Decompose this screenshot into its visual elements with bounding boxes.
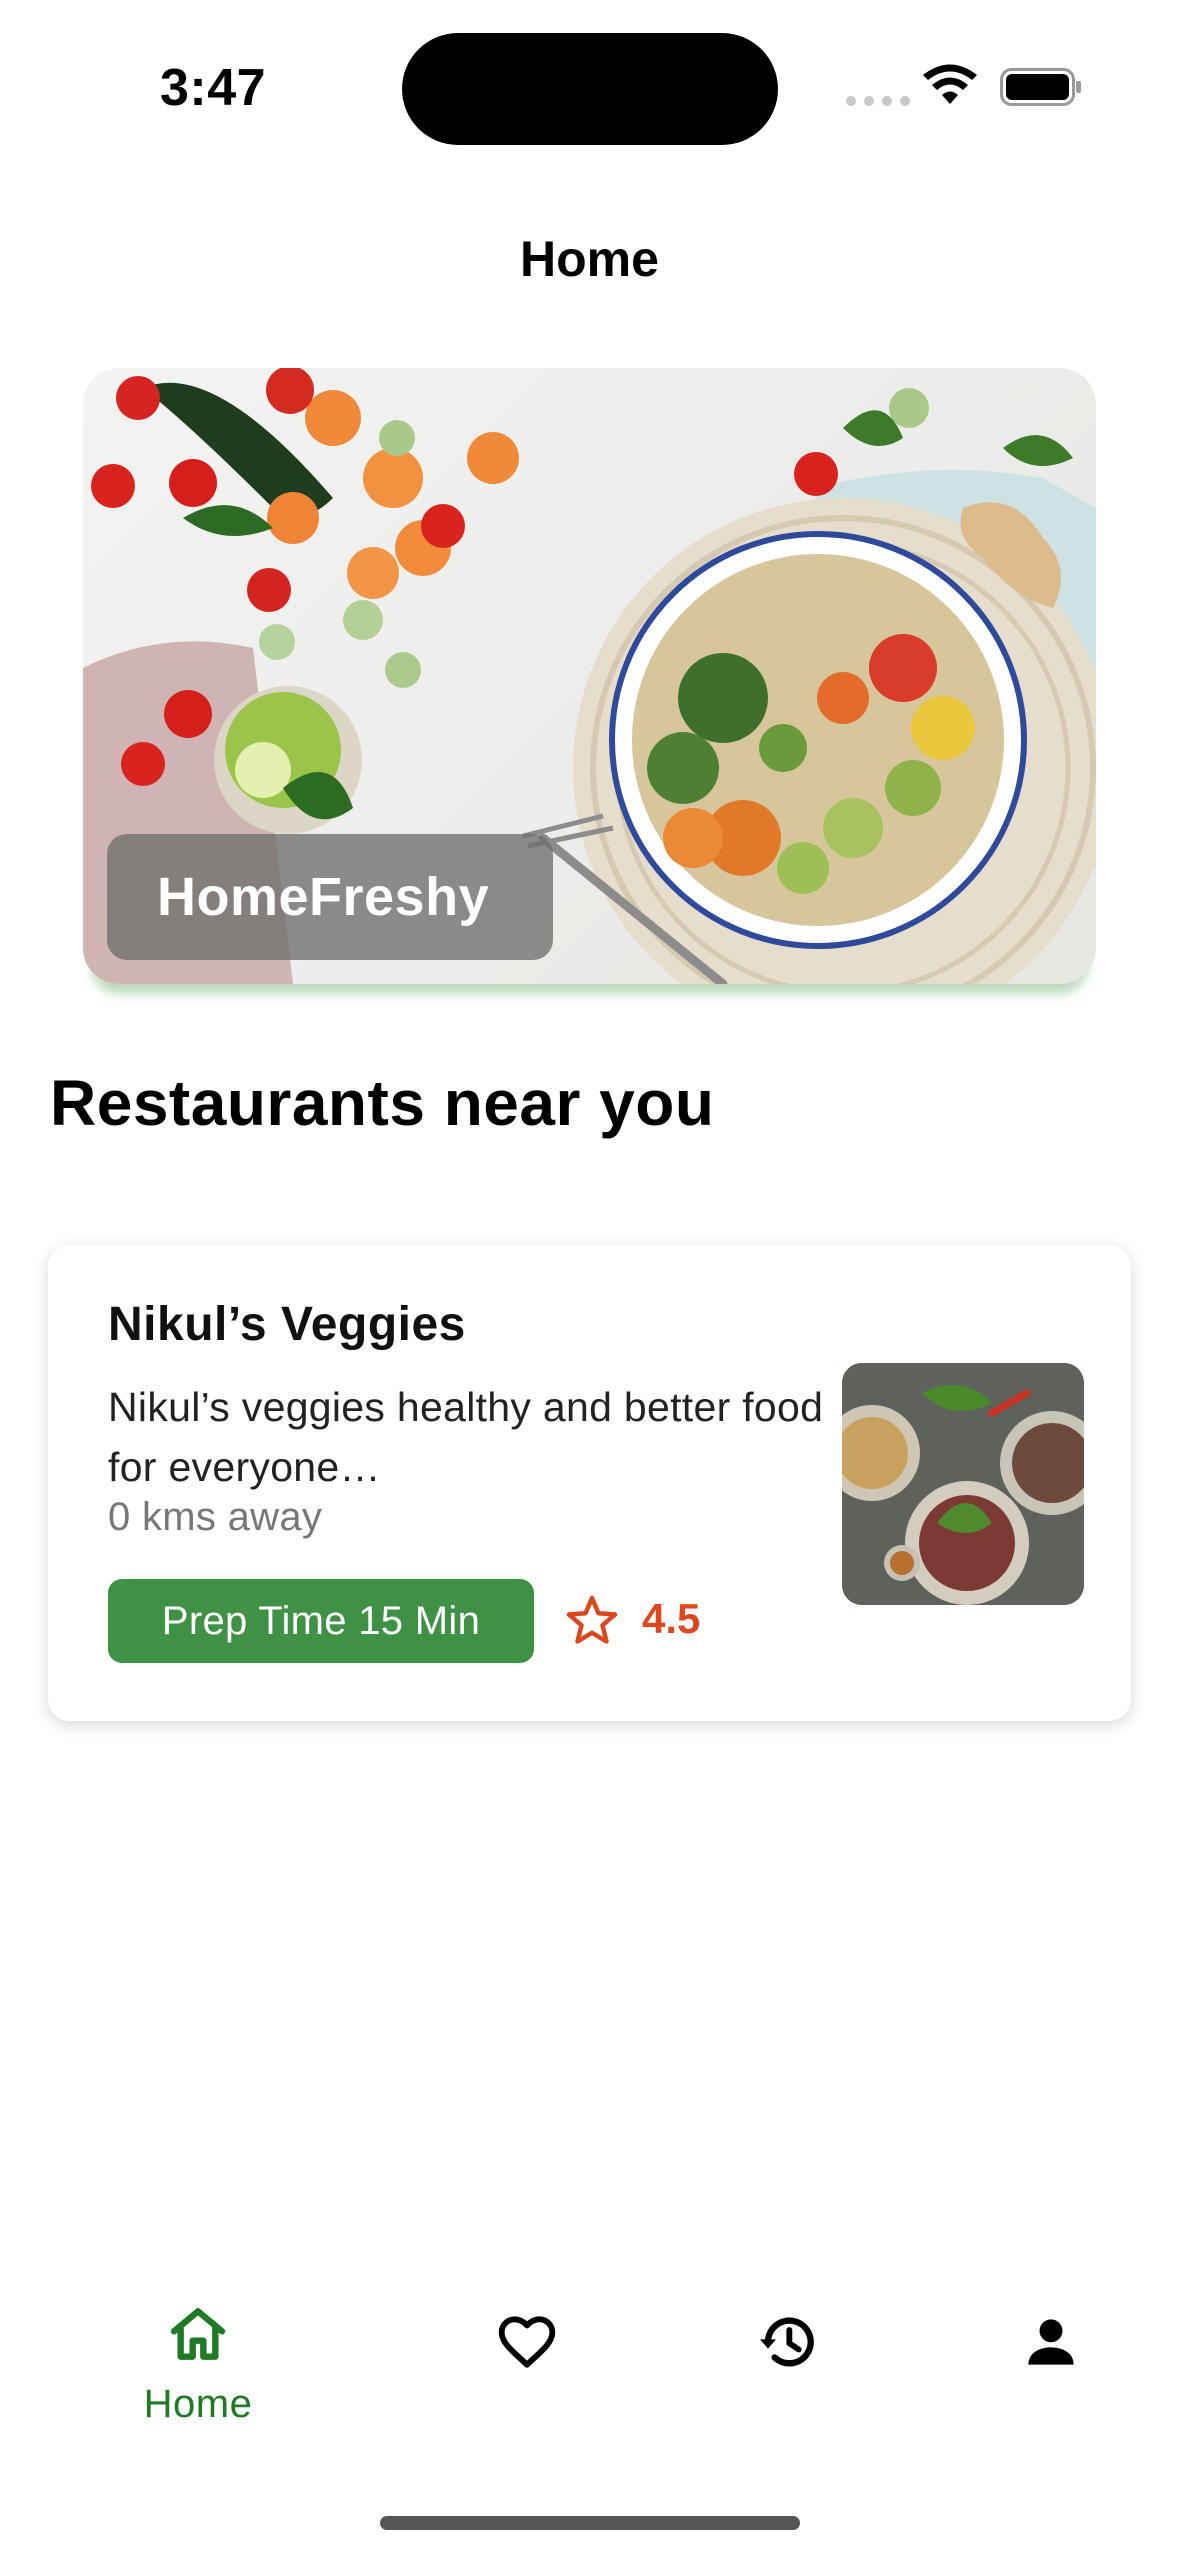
- heart-icon: [498, 2316, 556, 2368]
- profile-icon: [1028, 2319, 1074, 2365]
- dynamic-island: [402, 33, 778, 145]
- status-time: 3:47: [160, 59, 267, 117]
- dishes-on-table-photo: [842, 1363, 1084, 1605]
- restaurant-rating: 4.5: [642, 1595, 701, 1642]
- bottom-nav: Home: [0, 2290, 1179, 2440]
- section-title: Restaurants near you: [50, 1067, 715, 1139]
- battery-icon: [1000, 68, 1081, 106]
- prep-time-badge: Prep Time 15 Min: [108, 1579, 534, 1663]
- restaurant-image: [842, 1363, 1084, 1605]
- restaurant-card[interactable]: Nikul’s Veggies Nikul’s veggies healthy …: [48, 1245, 1131, 1721]
- nav-item-history[interactable]: [688, 2290, 888, 2440]
- history-icon: [760, 2317, 814, 2367]
- page-title: Home: [520, 231, 659, 287]
- hero-banner[interactable]: HomeFreshy: [83, 368, 1096, 984]
- home-indicator[interactable]: [380, 2516, 800, 2530]
- star-icon: [566, 1595, 618, 1644]
- restaurant-distance: 0 kms away: [108, 1495, 323, 1539]
- nav-label-home: Home: [143, 2382, 253, 2426]
- restaurant-description: Nikul’s veggies healthy and better food …: [108, 1384, 824, 1490]
- nav-item-favorites[interactable]: [427, 2290, 627, 2440]
- home-icon: [170, 2308, 226, 2360]
- restaurant-name: Nikul’s Veggies: [108, 1298, 466, 1351]
- cellular-signal-icon: [846, 96, 910, 106]
- status-icons: [840, 62, 1081, 112]
- nav-item-home[interactable]: Home: [98, 2290, 298, 2440]
- home-screen: 3:47 Home HomeFreshy Restaurants near yo…: [0, 0, 1179, 2556]
- wifi-icon: [923, 64, 977, 104]
- nav-item-profile[interactable]: [951, 2290, 1151, 2440]
- hero-brand-label: HomeFreshy: [107, 834, 553, 960]
